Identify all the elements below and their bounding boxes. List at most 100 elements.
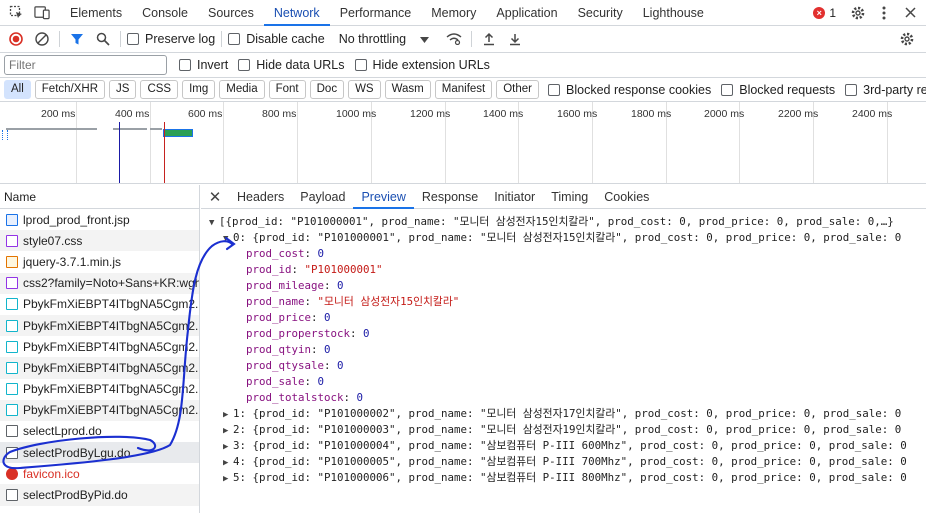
js-file-icon bbox=[6, 255, 18, 268]
type-filter-other[interactable]: Other bbox=[496, 80, 539, 99]
preview-item-collapsed[interactable]: ▶ 1: {prod_id: "P101000002", prod_name: "… bbox=[201, 406, 926, 422]
type-filter-font[interactable]: Font bbox=[268, 80, 306, 99]
request-row[interactable]: favicon.ico bbox=[0, 463, 199, 484]
stop-recording-icon[interactable] bbox=[5, 28, 27, 50]
invert-checkbox[interactable]: Invert bbox=[179, 58, 228, 72]
tab-security[interactable]: Security bbox=[568, 0, 633, 26]
request-row[interactable]: css2?family=Noto+Sans+KR:wgh... bbox=[0, 272, 199, 294]
tab-console[interactable]: Console bbox=[132, 0, 198, 26]
checkbox-box[interactable] bbox=[354, 59, 367, 71]
detail-tab-response[interactable]: Response bbox=[414, 185, 486, 209]
preview-item-collapsed[interactable]: ▶ 3: {prod_id: "P101000004", prod_name: "… bbox=[201, 438, 926, 454]
error-count-badge[interactable]: × 1 bbox=[813, 6, 836, 20]
clear-icon[interactable] bbox=[31, 28, 53, 50]
preview-item-collapsed[interactable]: ▶ 4: {prod_id: "P101000005", prod_name: "… bbox=[201, 454, 926, 470]
type-filter-ws[interactable]: WS bbox=[348, 80, 381, 99]
filter-icon[interactable] bbox=[66, 28, 88, 50]
type-filter-fetch-xhr[interactable]: Fetch/XHR bbox=[34, 80, 106, 99]
type-filter-media[interactable]: Media bbox=[219, 80, 265, 99]
tab-network[interactable]: Network bbox=[263, 0, 330, 26]
request-row[interactable]: jquery-3.7.1.min.js bbox=[0, 251, 199, 272]
preview-item-0-line[interactable]: ▼ 0: {prod_id: "P101000001", prod_name: "… bbox=[201, 230, 926, 246]
caret-right-icon[interactable]: ▶ bbox=[223, 407, 233, 422]
divider bbox=[120, 31, 121, 47]
caret-down-icon[interactable]: ▼ bbox=[223, 231, 233, 246]
request-row[interactable]: PbykFmXiEBPT4ITbgNA5Cgm2... bbox=[0, 399, 199, 421]
field-colon: : bbox=[350, 327, 364, 340]
request-row[interactable]: selectLprod.do bbox=[0, 421, 199, 442]
detail-tab-timing[interactable]: Timing bbox=[543, 185, 596, 209]
blocked-requests-checkbox[interactable]: Blocked requests bbox=[721, 83, 835, 97]
preview-item-collapsed[interactable]: ▶ 2: {prod_id: "P101000003", prod_name: "… bbox=[201, 422, 926, 438]
detail-tab-preview[interactable]: Preview bbox=[353, 185, 414, 209]
request-row[interactable]: PbykFmXiEBPT4ITbgNA5Cgm2... bbox=[0, 379, 199, 400]
more-options-icon[interactable] bbox=[876, 5, 892, 21]
detail-tab-headers[interactable]: Headers bbox=[229, 185, 292, 209]
caret-right-icon[interactable]: ▶ bbox=[223, 455, 233, 470]
detail-tab-initiator[interactable]: Initiator bbox=[486, 185, 543, 209]
detail-tab-payload[interactable]: Payload bbox=[292, 185, 353, 209]
checkbox-box[interactable] bbox=[845, 83, 858, 96]
network-overview-timeline[interactable]: 200 ms 400 ms 600 ms 800 ms 1000 ms 1200 ms 14… bbox=[0, 102, 926, 184]
request-row[interactable]: PbykFmXiEBPT4ITbgNA5Cgm2... bbox=[0, 294, 199, 315]
tab-performance[interactable]: Performance bbox=[330, 0, 422, 26]
third-party-requests-checkbox[interactable]: 3rd-party requests bbox=[845, 83, 926, 97]
request-row[interactable]: PbykFmXiEBPT4ITbgNA5Cgm2... bbox=[0, 314, 199, 337]
tab-sources[interactable]: Sources bbox=[198, 0, 264, 26]
checkbox-box[interactable] bbox=[548, 83, 560, 96]
device-toolbar-icon[interactable] bbox=[34, 5, 50, 21]
preview-item-collapsed[interactable]: ▶ 5: {prod_id: "P101000006", prod_name: "… bbox=[201, 470, 926, 486]
network-settings-gear-icon[interactable] bbox=[896, 28, 918, 50]
request-row[interactable]: lprod_prod_front.jsp bbox=[0, 209, 199, 230]
field-value: 0 bbox=[317, 247, 325, 260]
detail-tab-cookies[interactable]: Cookies bbox=[596, 185, 657, 209]
hide-data-urls-checkbox[interactable]: Hide data URLs bbox=[238, 58, 345, 72]
tab-lighthouse[interactable]: Lighthouse bbox=[633, 0, 714, 26]
name-column-header[interactable]: Name bbox=[0, 185, 199, 209]
request-row[interactable]: selectProdByLgu.do bbox=[0, 442, 199, 464]
caret-down-icon[interactable]: ▼ bbox=[209, 215, 219, 230]
hide-extension-urls-checkbox[interactable]: Hide extension URLs bbox=[354, 58, 490, 72]
checkbox-box[interactable] bbox=[127, 33, 139, 45]
caret-right-icon[interactable]: ▶ bbox=[223, 471, 233, 486]
type-filter-doc[interactable]: Doc bbox=[309, 80, 345, 99]
request-row[interactable]: selectProdByPid.do bbox=[0, 484, 199, 506]
type-filter-css[interactable]: CSS bbox=[140, 80, 179, 99]
search-icon[interactable] bbox=[92, 28, 114, 50]
request-row[interactable]: PbykFmXiEBPT4ITbgNA5Cgm2... bbox=[0, 357, 199, 379]
settings-gear-icon[interactable] bbox=[850, 5, 866, 21]
close-devtools-icon[interactable] bbox=[902, 5, 918, 21]
checkbox-box[interactable] bbox=[721, 83, 734, 96]
inspect-element-icon[interactable] bbox=[8, 5, 24, 21]
close-details-icon[interactable]: ✕ bbox=[201, 188, 229, 206]
checkbox-box[interactable] bbox=[179, 59, 191, 71]
type-filter-wasm[interactable]: Wasm bbox=[384, 80, 431, 99]
chevron-down-icon[interactable] bbox=[420, 32, 430, 46]
blocked-response-cookies-checkbox[interactable]: Blocked response cookies bbox=[548, 83, 711, 97]
tab-application[interactable]: Application bbox=[486, 0, 567, 26]
caret-right-icon[interactable]: ▶ bbox=[223, 423, 233, 438]
tab-memory[interactable]: Memory bbox=[421, 0, 486, 26]
type-filter-all[interactable]: All bbox=[4, 80, 31, 99]
type-filter-img[interactable]: Img bbox=[182, 80, 216, 99]
preview-root-line[interactable]: ▼ [{prod_id: "P101000001", prod_name: "모니… bbox=[201, 214, 926, 230]
filter-input[interactable] bbox=[4, 55, 167, 75]
timeline-gridline bbox=[150, 102, 151, 183]
preserve-log-checkbox[interactable]: Preserve log bbox=[127, 32, 215, 46]
disable-cache-checkbox[interactable]: Disable cache bbox=[228, 32, 325, 46]
network-conditions-icon[interactable] bbox=[443, 28, 465, 50]
request-row[interactable]: style07.css bbox=[0, 230, 199, 252]
request-list: Name lprod_prod_front.jsp style07.css jque… bbox=[0, 185, 200, 513]
checkbox-box[interactable] bbox=[228, 33, 241, 45]
import-har-icon[interactable] bbox=[478, 28, 500, 50]
type-filter-manifest[interactable]: Manifest bbox=[434, 80, 493, 99]
type-filter-js[interactable]: JS bbox=[109, 80, 137, 99]
tab-elements[interactable]: Elements bbox=[60, 0, 132, 26]
preview-field: prod_qtyin: 0 bbox=[201, 342, 926, 358]
checkbox-box[interactable] bbox=[238, 59, 251, 71]
caret-right-icon[interactable]: ▶ bbox=[223, 439, 233, 454]
throttling-select[interactable]: No throttling bbox=[339, 32, 406, 46]
font-file-icon bbox=[6, 319, 18, 332]
export-har-icon[interactable] bbox=[504, 28, 526, 50]
request-row[interactable]: PbykFmXiEBPT4ITbgNA5Cgm2... bbox=[0, 336, 199, 357]
